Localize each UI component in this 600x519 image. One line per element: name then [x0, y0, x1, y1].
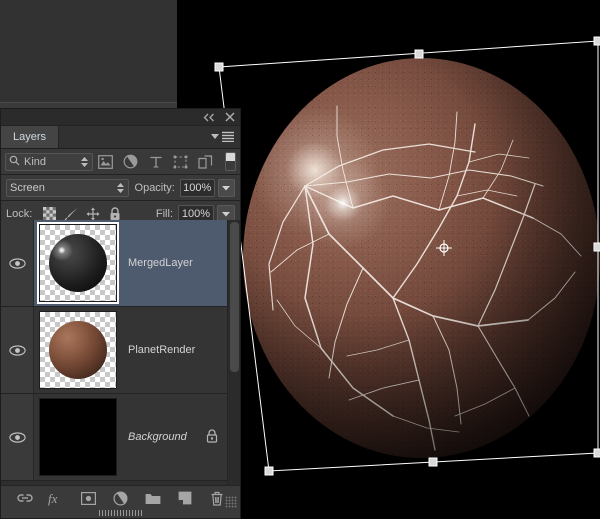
opacity-value: 100%: [183, 181, 212, 194]
lock-icon: [206, 428, 218, 443]
filter-shape-layers-icon[interactable]: [168, 151, 193, 173]
layer-locked-badge: [206, 428, 218, 446]
filter-pixel-layers-icon[interactable]: [93, 151, 118, 173]
layer-style-fx-icon[interactable]: fx: [47, 488, 67, 508]
layer-thumbnail-cell[interactable]: [34, 222, 122, 304]
layer-name: MergedLayer: [128, 257, 193, 269]
layer-name-cell[interactable]: MergedLayer: [122, 257, 240, 269]
collapse-double-arrow-icon[interactable]: [203, 113, 216, 122]
opacity-label: Opacity:: [134, 181, 175, 194]
photoshop-window: Layers Kind Screen Opacity: 100% Lock: F…: [0, 0, 600, 519]
eye-icon: [8, 344, 26, 356]
blend-mode-value: Screen: [10, 181, 45, 194]
layer-list[interactable]: MergedLayer PlanetRender Background: [1, 220, 240, 485]
delete-layer-icon[interactable]: [207, 488, 227, 508]
link-layers-icon[interactable]: [15, 488, 35, 508]
tab-layers[interactable]: Layers: [1, 126, 60, 148]
layer-visibility-toggle[interactable]: [1, 394, 34, 480]
layers-panel: Layers Kind Screen Opacity: 100% Lock: F…: [0, 108, 241, 519]
filter-kind-select[interactable]: Kind: [5, 152, 93, 171]
layer-thumbnail-cell[interactable]: [34, 311, 122, 389]
layer-row[interactable]: MergedLayer: [1, 220, 240, 307]
panel-tab-strip: Layers: [1, 126, 240, 149]
filter-smart-object-icon[interactable]: [193, 151, 218, 173]
layer-filter-row: Kind: [1, 149, 240, 175]
opacity-dropdown-button[interactable]: [217, 178, 235, 197]
layer-thumbnail[interactable]: [37, 222, 119, 304]
layer-name: Background: [128, 431, 187, 443]
filter-adjustment-layers-icon[interactable]: [118, 151, 143, 173]
svg-text:fx: fx: [48, 491, 58, 506]
layer-action-buttons: fx: [1, 486, 240, 510]
scrollbar-thumb[interactable]: [230, 222, 239, 372]
opacity-input[interactable]: 100%: [179, 178, 215, 197]
stepper-arrows-icon[interactable]: [80, 156, 89, 168]
eye-icon: [8, 431, 26, 443]
fill-value: 100%: [181, 207, 211, 220]
panel-drag-handle[interactable]: [98, 510, 143, 516]
lock-label: Lock:: [6, 207, 33, 220]
layer-visibility-toggle[interactable]: [1, 220, 34, 306]
panel-menu-icon[interactable]: [211, 131, 235, 142]
layer-list-scrollbar[interactable]: [227, 220, 240, 485]
search-icon: [9, 155, 20, 169]
filter-enable-toggle[interactable]: [225, 152, 236, 171]
planet-terminator-shading: [243, 58, 600, 458]
layer-thumbnail[interactable]: [39, 398, 117, 476]
add-layer-mask-icon[interactable]: [79, 488, 99, 508]
panel-resize-grip[interactable]: [225, 496, 237, 508]
thumbnail-content-dark-sphere: [49, 234, 107, 292]
panel-titlebar: [1, 109, 240, 126]
new-adjustment-layer-icon[interactable]: [111, 488, 131, 508]
eye-icon: [8, 257, 26, 269]
layer-name-cell[interactable]: Background: [122, 431, 206, 443]
new-layer-icon[interactable]: [175, 488, 195, 508]
planet-sphere: [243, 58, 600, 458]
close-icon[interactable]: [225, 112, 235, 122]
blend-mode-select[interactable]: Screen: [6, 178, 129, 197]
thumbnail-content-brown-sphere: [49, 321, 107, 379]
layer-thumbnail-cell[interactable]: [34, 398, 122, 476]
panel-bottom-bar: fx: [1, 485, 240, 518]
tab-layers-label: Layers: [13, 131, 47, 143]
filter-kind-label: Kind: [24, 155, 47, 168]
filter-type-layers-icon[interactable]: [143, 151, 168, 173]
layer-name: PlanetRender: [128, 344, 196, 356]
blend-mode-stepper-icon[interactable]: [116, 182, 125, 194]
layer-thumbnail[interactable]: [39, 311, 117, 389]
fill-label: Fill:: [155, 207, 173, 220]
blend-mode-row: Screen Opacity: 100%: [1, 175, 240, 201]
new-group-icon[interactable]: [143, 488, 163, 508]
layer-name-cell[interactable]: PlanetRender: [122, 344, 240, 356]
layer-row[interactable]: PlanetRender: [1, 307, 240, 394]
layer-row[interactable]: Background: [1, 394, 240, 481]
layer-visibility-toggle[interactable]: [1, 307, 34, 393]
